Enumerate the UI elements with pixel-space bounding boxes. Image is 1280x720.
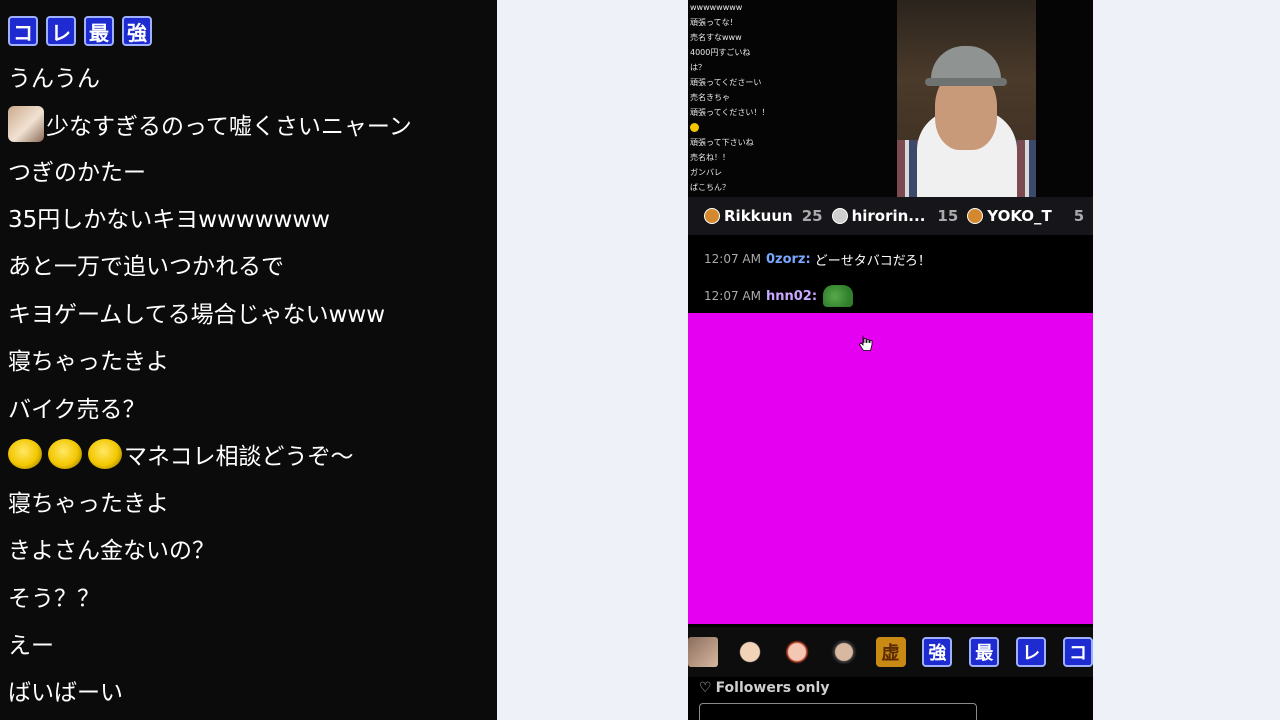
followers-only-label: Followers only	[715, 680, 830, 696]
overlay-chat-panel: コ レ 最 強 うんうん 少なすぎるのって嘘くさいニャーン つぎのかたー 35円…	[0, 0, 497, 720]
chat-line-text: 少なすぎるのって嘘くさいニャーン	[46, 114, 412, 140]
mini-chat-line: ばこちん？	[690, 183, 730, 192]
rank-badge-icon	[831, 208, 848, 224]
emote-kanji-icon[interactable]: コ	[1063, 637, 1093, 667]
chat-message: 12:07 AM 0zorz: どーせタバコだろ！	[704, 249, 931, 269]
chat-line: きよさん金ないの？	[8, 525, 215, 571]
chat-username[interactable]: hnn02:	[766, 289, 817, 304]
chat-line-text: バイク売る？	[8, 397, 146, 423]
emote-face-icon[interactable]	[688, 637, 718, 667]
chat-line-text: 35円しかないキヨwwwwwww	[8, 207, 330, 233]
emote-kanji-gold-icon[interactable]: 虚	[875, 637, 906, 667]
mini-chat-line: 売名きちゃ	[690, 93, 730, 102]
stream-view: wwwwwwww 頑張ってな！ 売名すなwww 4000円すごいね は？ 頑張っ…	[688, 0, 1093, 720]
rank-badge-icon	[967, 208, 984, 224]
chat-line-text: つぎのかたー	[8, 160, 146, 186]
emote-label: 強	[928, 643, 947, 664]
chat-message: 12:07 AM hnn02:	[704, 285, 854, 307]
chat-input[interactable]	[699, 703, 977, 720]
webcam-cap-brim	[925, 78, 1007, 86]
chat-message-text: どーせタバコだろ！	[814, 253, 931, 269]
mini-chat-overlay: wwwwwwww 頑張ってな！ 売名すなwww 4000円すごいね は？ 頑張っ…	[688, 0, 888, 197]
video-area[interactable]: wwwwwwww 頑張ってな！ 売名すなwww 4000円すごいね は？ 頑張っ…	[688, 0, 1093, 197]
emote-kanji-icon[interactable]: 最	[969, 637, 1000, 667]
blob-emote-icon	[88, 439, 122, 469]
blob-emote-icon	[48, 439, 82, 469]
mini-chat-line: 売名すなwww	[690, 33, 742, 42]
emote-label: レ	[1022, 643, 1041, 664]
gift-leaderboard: Rikkuun 25 hirorin... 15 YOKO_T 5	[688, 197, 1093, 235]
emote-label: 虚	[881, 643, 900, 664]
chat-line: あと一万で追いつかれるで	[8, 241, 284, 287]
leaderboard-name: YOKO_T	[987, 207, 1052, 225]
leaderboard-name: Rikkuun	[724, 207, 793, 225]
chat-line-text: キヨゲームしてる場合じゃないwww	[8, 302, 386, 328]
chat-line-text: 寝ちゃったきよ	[8, 491, 169, 517]
chat-line: つぎのかたー	[8, 147, 146, 193]
mini-chat-line	[690, 120, 886, 135]
emote-face-icon[interactable]	[828, 637, 859, 667]
chat-line-text: ばいばーい	[8, 680, 123, 706]
emote-face-icon[interactable]	[781, 637, 812, 667]
chat-line-text: うんうん	[8, 66, 100, 92]
chat-line-text: そう？？	[8, 586, 100, 612]
emote-kanji-icon[interactable]: レ	[1016, 637, 1047, 667]
followers-only-notice: ♡ Followers only	[699, 678, 829, 698]
mini-chat-line: 4000円すごいね	[690, 48, 751, 57]
kanji-emote: コ	[8, 16, 38, 46]
mini-chat-line: 頑張ってな！	[690, 18, 738, 27]
emote-bar: 虚 強 最 レ コ	[688, 627, 1093, 677]
cat-emote-icon	[8, 106, 44, 142]
chat-line: えー	[8, 620, 54, 666]
chat-line: 少なすぎるのって嘘くさいニャーン	[8, 101, 412, 147]
mini-chat-line: 頑張って下さいね	[690, 138, 754, 147]
chat-line: 寝ちゃったきよ	[8, 336, 169, 382]
chat-line: うんうん	[8, 53, 100, 99]
mini-chat-line: 頑張ってください！！	[690, 108, 770, 117]
heart-icon: ♡	[699, 680, 712, 696]
kanji-emote: レ	[46, 16, 76, 46]
leaderboard-count: 15	[937, 207, 959, 225]
emote-face-icon[interactable]	[734, 637, 765, 667]
chat-line: 35円しかないキヨwwwwwww	[8, 194, 330, 240]
chat-line-text: 寝ちゃったきよ	[8, 349, 169, 375]
webcam-feed	[897, 0, 1036, 197]
leaderboard-entry[interactable]: hirorin... 15	[831, 207, 968, 225]
leaderboard-entry[interactable]: Rikkuun 25	[704, 207, 832, 225]
mini-chat-line: 頑張ってくださーい	[690, 78, 762, 87]
small-blob-icon	[690, 123, 699, 132]
emote-label: コ	[1069, 643, 1087, 664]
blob-emote-icon	[8, 439, 42, 469]
header-emote-row: コ レ 最 強	[8, 8, 160, 54]
emote-label: 最	[975, 643, 994, 664]
overlay-panel[interactable]	[688, 313, 1093, 624]
rank-badge-icon	[704, 208, 720, 224]
chat-line: そう？？	[8, 573, 100, 619]
leaderboard-count: 5	[1073, 207, 1085, 225]
mini-chat-line: ガンバレ	[690, 168, 722, 177]
chat-line-text: あと一万で追いつかれるで	[8, 254, 284, 280]
mini-chat-line: は？	[690, 63, 706, 72]
frog-emote-icon	[823, 285, 854, 307]
mini-chat-line: wwwwwwww	[690, 3, 743, 12]
kanji-emote: 強	[122, 16, 152, 46]
chat-line-text: きよさん金ないの？	[8, 538, 215, 564]
chat-username[interactable]: 0zorz:	[766, 252, 811, 267]
chat-line-text: えー	[8, 633, 54, 659]
mini-chat-line: 売名ね！！	[690, 153, 730, 162]
chat-line: バイク売る？	[8, 384, 146, 430]
leaderboard-count: 25	[801, 207, 823, 225]
chat-line-text: マネコレ相談どうぞ～	[124, 444, 354, 470]
emote-kanji-icon[interactable]: 強	[922, 637, 953, 667]
chat-timestamp: 12:07 AM	[704, 289, 761, 303]
leaderboard-name: hirorin...	[851, 207, 926, 225]
chat-line: ばいばーい	[8, 667, 123, 713]
leaderboard-entry[interactable]: YOKO_T 5	[967, 207, 1093, 225]
chat-line: キヨゲームしてる場合じゃないwww	[8, 289, 385, 335]
chat-line: マネコレ相談どうぞ～	[8, 431, 354, 477]
chat-timestamp: 12:07 AM	[704, 252, 761, 266]
kanji-emote: 最	[84, 16, 114, 46]
hand-cursor-icon	[858, 335, 873, 351]
chat-line: 寝ちゃったきよ	[8, 478, 169, 524]
